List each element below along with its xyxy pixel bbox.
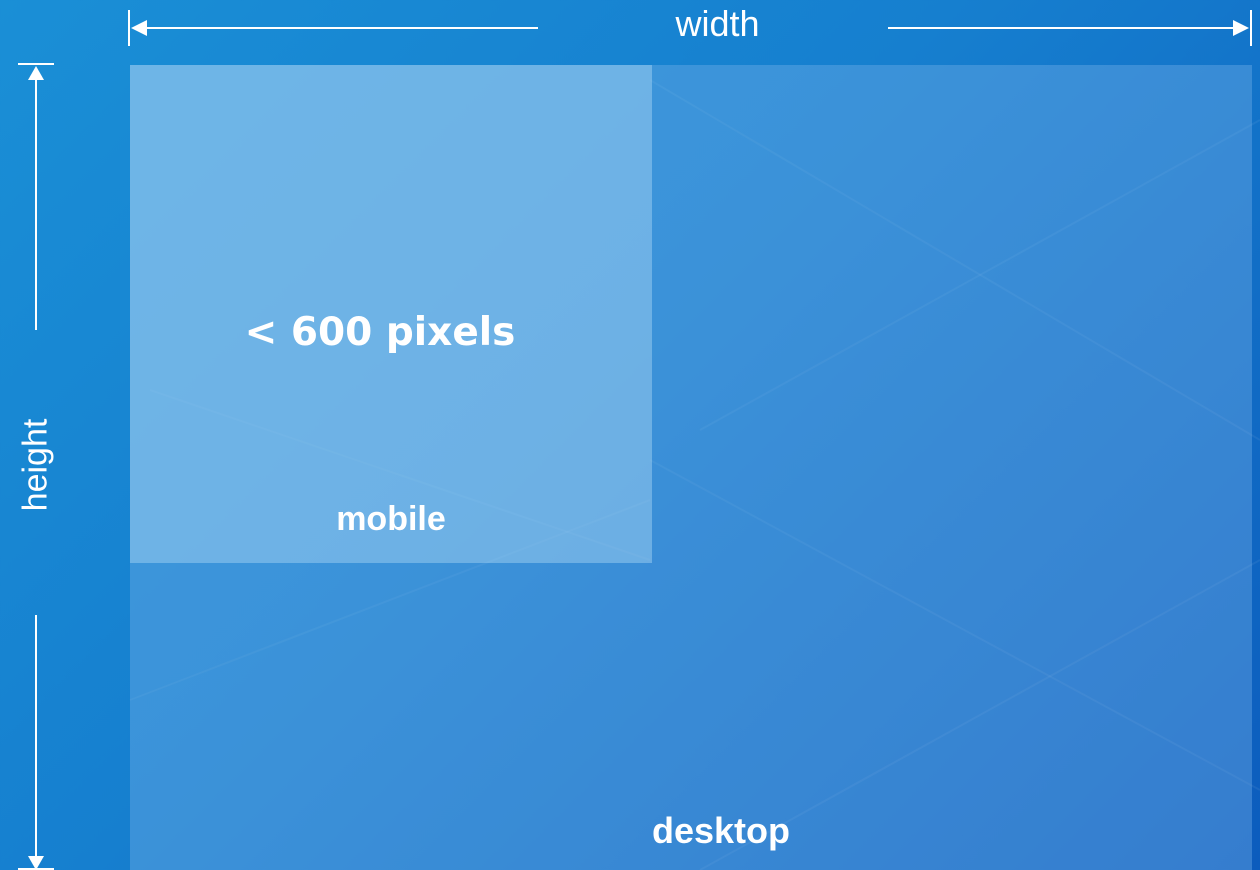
height-arrow-top-head xyxy=(28,66,44,80)
width-arrow-right-head xyxy=(1233,20,1249,36)
width-arrow-left-head xyxy=(131,20,147,36)
width-label: width xyxy=(675,3,760,44)
mobile-label: mobile xyxy=(336,500,446,538)
mobile-size-label: < 600 pixels xyxy=(244,310,516,355)
height-label: height xyxy=(16,418,55,512)
height-arrow-bottom-head xyxy=(28,856,44,870)
desktop-label: desktop xyxy=(651,810,791,851)
